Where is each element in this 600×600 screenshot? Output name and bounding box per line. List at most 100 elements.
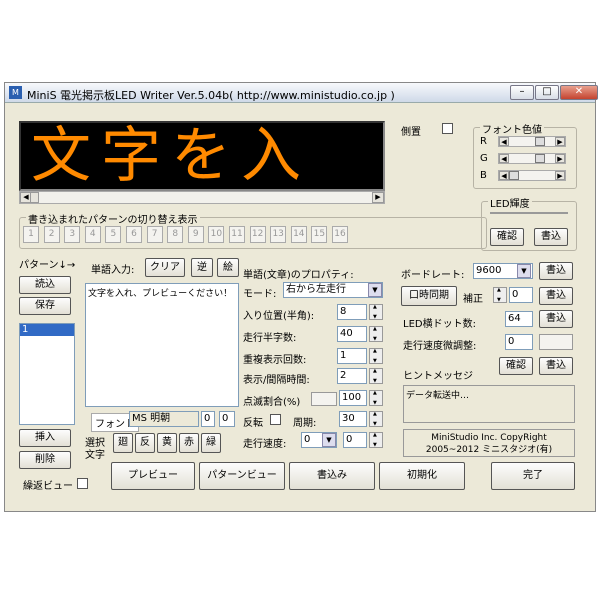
b-right-icon[interactable]: ▶ bbox=[555, 171, 565, 180]
b-thumb[interactable] bbox=[509, 171, 519, 180]
cycle-input[interactable]: 30 bbox=[339, 411, 367, 427]
pattern-tab[interactable]: 3 bbox=[64, 226, 81, 243]
select-char-button[interactable]: 廻 bbox=[113, 433, 133, 453]
select-char-button[interactable]: 赤 bbox=[179, 433, 199, 453]
board-write-button[interactable]: 書込 bbox=[539, 357, 573, 375]
r-thumb[interactable] bbox=[535, 137, 545, 146]
pattern-view-button[interactable]: パターンビュー bbox=[199, 462, 285, 490]
brightness-slider[interactable] bbox=[490, 212, 568, 214]
pattern-tab[interactable]: 9 bbox=[187, 226, 204, 243]
select-char-button[interactable]: 緑 bbox=[201, 433, 221, 453]
pattern-tab[interactable]: 15 bbox=[311, 226, 328, 243]
blink-slider[interactable] bbox=[311, 392, 337, 406]
word-textarea[interactable]: 文字を入れ、プレビューください！ bbox=[85, 283, 239, 407]
r-right-icon[interactable]: ▶ bbox=[555, 137, 565, 146]
speed-adjust-slider[interactable] bbox=[539, 334, 573, 350]
pattern-tab[interactable]: 8 bbox=[167, 226, 184, 243]
mode-dropdown-icon[interactable]: ▼ bbox=[368, 283, 382, 297]
insert-button[interactable]: 挿入 bbox=[19, 429, 71, 447]
entry-input[interactable]: 8 bbox=[337, 304, 367, 320]
maximize-icon[interactable]: □ bbox=[535, 85, 559, 100]
sync-write-button[interactable]: 書込 bbox=[539, 287, 573, 305]
correction-stepper[interactable] bbox=[493, 287, 507, 303]
repeat-preview-checkbox[interactable] bbox=[77, 478, 88, 489]
b-slider[interactable]: ◀ ▶ bbox=[498, 170, 566, 181]
led-scrollbar[interactable]: ◀ ▶ bbox=[19, 191, 385, 204]
close-icon[interactable]: ✕ bbox=[560, 85, 598, 100]
pattern-tab[interactable]: 16 bbox=[332, 226, 348, 243]
halfwidth-stepper[interactable] bbox=[369, 326, 383, 342]
clear-button[interactable]: クリア bbox=[145, 258, 185, 277]
interval-input[interactable]: 2 bbox=[337, 368, 367, 384]
g-thumb[interactable] bbox=[535, 154, 545, 163]
pattern-tab[interactable]: 2 bbox=[43, 226, 60, 243]
scroll-thumb[interactable] bbox=[30, 192, 39, 203]
led-text: 文字を入 bbox=[31, 121, 311, 191]
repeat-input[interactable]: 1 bbox=[337, 348, 367, 364]
pattern-tab[interactable]: 14 bbox=[290, 226, 307, 243]
repeat-stepper[interactable] bbox=[369, 348, 383, 364]
list-item[interactable]: 1 bbox=[20, 324, 74, 336]
pattern-tab[interactable]: 11 bbox=[229, 226, 245, 243]
r-left-icon[interactable]: ◀ bbox=[499, 137, 509, 146]
brightness-write-button[interactable]: 書込 bbox=[534, 228, 568, 246]
read-button[interactable]: 読込 bbox=[19, 276, 71, 294]
font-value-1[interactable]: 0 bbox=[201, 411, 215, 427]
mirror-checkbox[interactable] bbox=[442, 123, 453, 134]
halfwidth-input[interactable]: 40 bbox=[337, 326, 367, 342]
speed-input-2[interactable]: 0 bbox=[343, 432, 367, 448]
initialize-button[interactable]: 初期化 bbox=[379, 462, 465, 490]
pattern-tab[interactable]: 12 bbox=[249, 226, 266, 243]
minimize-icon[interactable]: – bbox=[510, 85, 534, 100]
pattern-tab[interactable]: 5 bbox=[105, 226, 122, 243]
speed-dropdown-icon[interactable]: ▼ bbox=[322, 433, 336, 447]
pattern-list[interactable]: 1 bbox=[19, 323, 75, 425]
blink-input[interactable]: 100 bbox=[339, 390, 367, 406]
font-name[interactable]: MS 明朝 bbox=[129, 411, 199, 427]
picture-button[interactable]: 絵 bbox=[217, 258, 239, 277]
title-bar[interactable]: M MiniS 電光掲示板LED Writer Ver.5.04b( http:… bbox=[5, 83, 598, 103]
dots-input[interactable]: 64 bbox=[505, 311, 533, 327]
blink-stepper[interactable] bbox=[369, 390, 383, 406]
speed-stepper[interactable] bbox=[369, 432, 383, 448]
g-slider[interactable]: ◀ ▶ bbox=[498, 153, 566, 164]
pattern-tab[interactable]: 10 bbox=[208, 226, 225, 243]
font-value-2[interactable]: 0 bbox=[219, 411, 235, 427]
repeat-label: 重複表示回数: bbox=[243, 355, 307, 366]
save-button[interactable]: 保存 bbox=[19, 297, 71, 315]
cycle-stepper[interactable] bbox=[369, 411, 383, 427]
select-char-button[interactable]: 黄 bbox=[157, 433, 177, 453]
pattern-tab[interactable]: 7 bbox=[146, 226, 163, 243]
copyright-box: MiniStudio Inc. CopyRight 2005~2012 ミニスタ… bbox=[403, 429, 575, 457]
invert-checkbox[interactable] bbox=[270, 414, 281, 425]
led-brightness-group: LED輝度 確認 書込 bbox=[481, 195, 577, 251]
pattern-tab[interactable]: 1 bbox=[23, 226, 39, 243]
font-color-group: フォント色値 R ◀ ▶ G ◀ ▶ B ◀ ▶ bbox=[473, 121, 577, 189]
board-confirm-button[interactable]: 確認 bbox=[499, 357, 533, 375]
preview-button[interactable]: プレビュー bbox=[111, 462, 195, 490]
delete-button[interactable]: 削除 bbox=[19, 451, 71, 469]
scroll-right-icon[interactable]: ▶ bbox=[372, 192, 384, 203]
r-slider[interactable]: ◀ ▶ bbox=[498, 136, 566, 147]
pattern-tab[interactable]: 13 bbox=[270, 226, 287, 243]
dots-write-button[interactable]: 書込 bbox=[539, 310, 573, 328]
select-char-button[interactable]: 反 bbox=[135, 433, 155, 453]
invert-label: 反転 bbox=[243, 418, 263, 429]
pattern-tab[interactable]: 6 bbox=[126, 226, 142, 243]
write-button[interactable]: 書込み bbox=[289, 462, 375, 490]
brightness-confirm-button[interactable]: 確認 bbox=[490, 228, 524, 246]
g-right-icon[interactable]: ▶ bbox=[555, 154, 565, 163]
finish-button[interactable]: 完了 bbox=[491, 462, 575, 490]
blink-label: 点滅割合(%) bbox=[243, 397, 301, 408]
baud-dropdown-icon[interactable]: ▼ bbox=[517, 264, 531, 278]
correction-input[interactable]: 0 bbox=[509, 287, 533, 303]
interval-stepper[interactable] bbox=[369, 368, 383, 384]
entry-stepper[interactable] bbox=[369, 304, 383, 320]
pattern-tab[interactable]: 4 bbox=[84, 226, 101, 243]
speed-adjust-input[interactable]: 0 bbox=[505, 334, 533, 350]
reverse-button[interactable]: 逆 bbox=[191, 258, 213, 277]
time-sync-button[interactable]: 口時同期 bbox=[401, 286, 457, 306]
g-left-icon[interactable]: ◀ bbox=[499, 154, 509, 163]
b-left-icon[interactable]: ◀ bbox=[499, 171, 509, 180]
baud-write-button[interactable]: 書込 bbox=[539, 262, 573, 280]
